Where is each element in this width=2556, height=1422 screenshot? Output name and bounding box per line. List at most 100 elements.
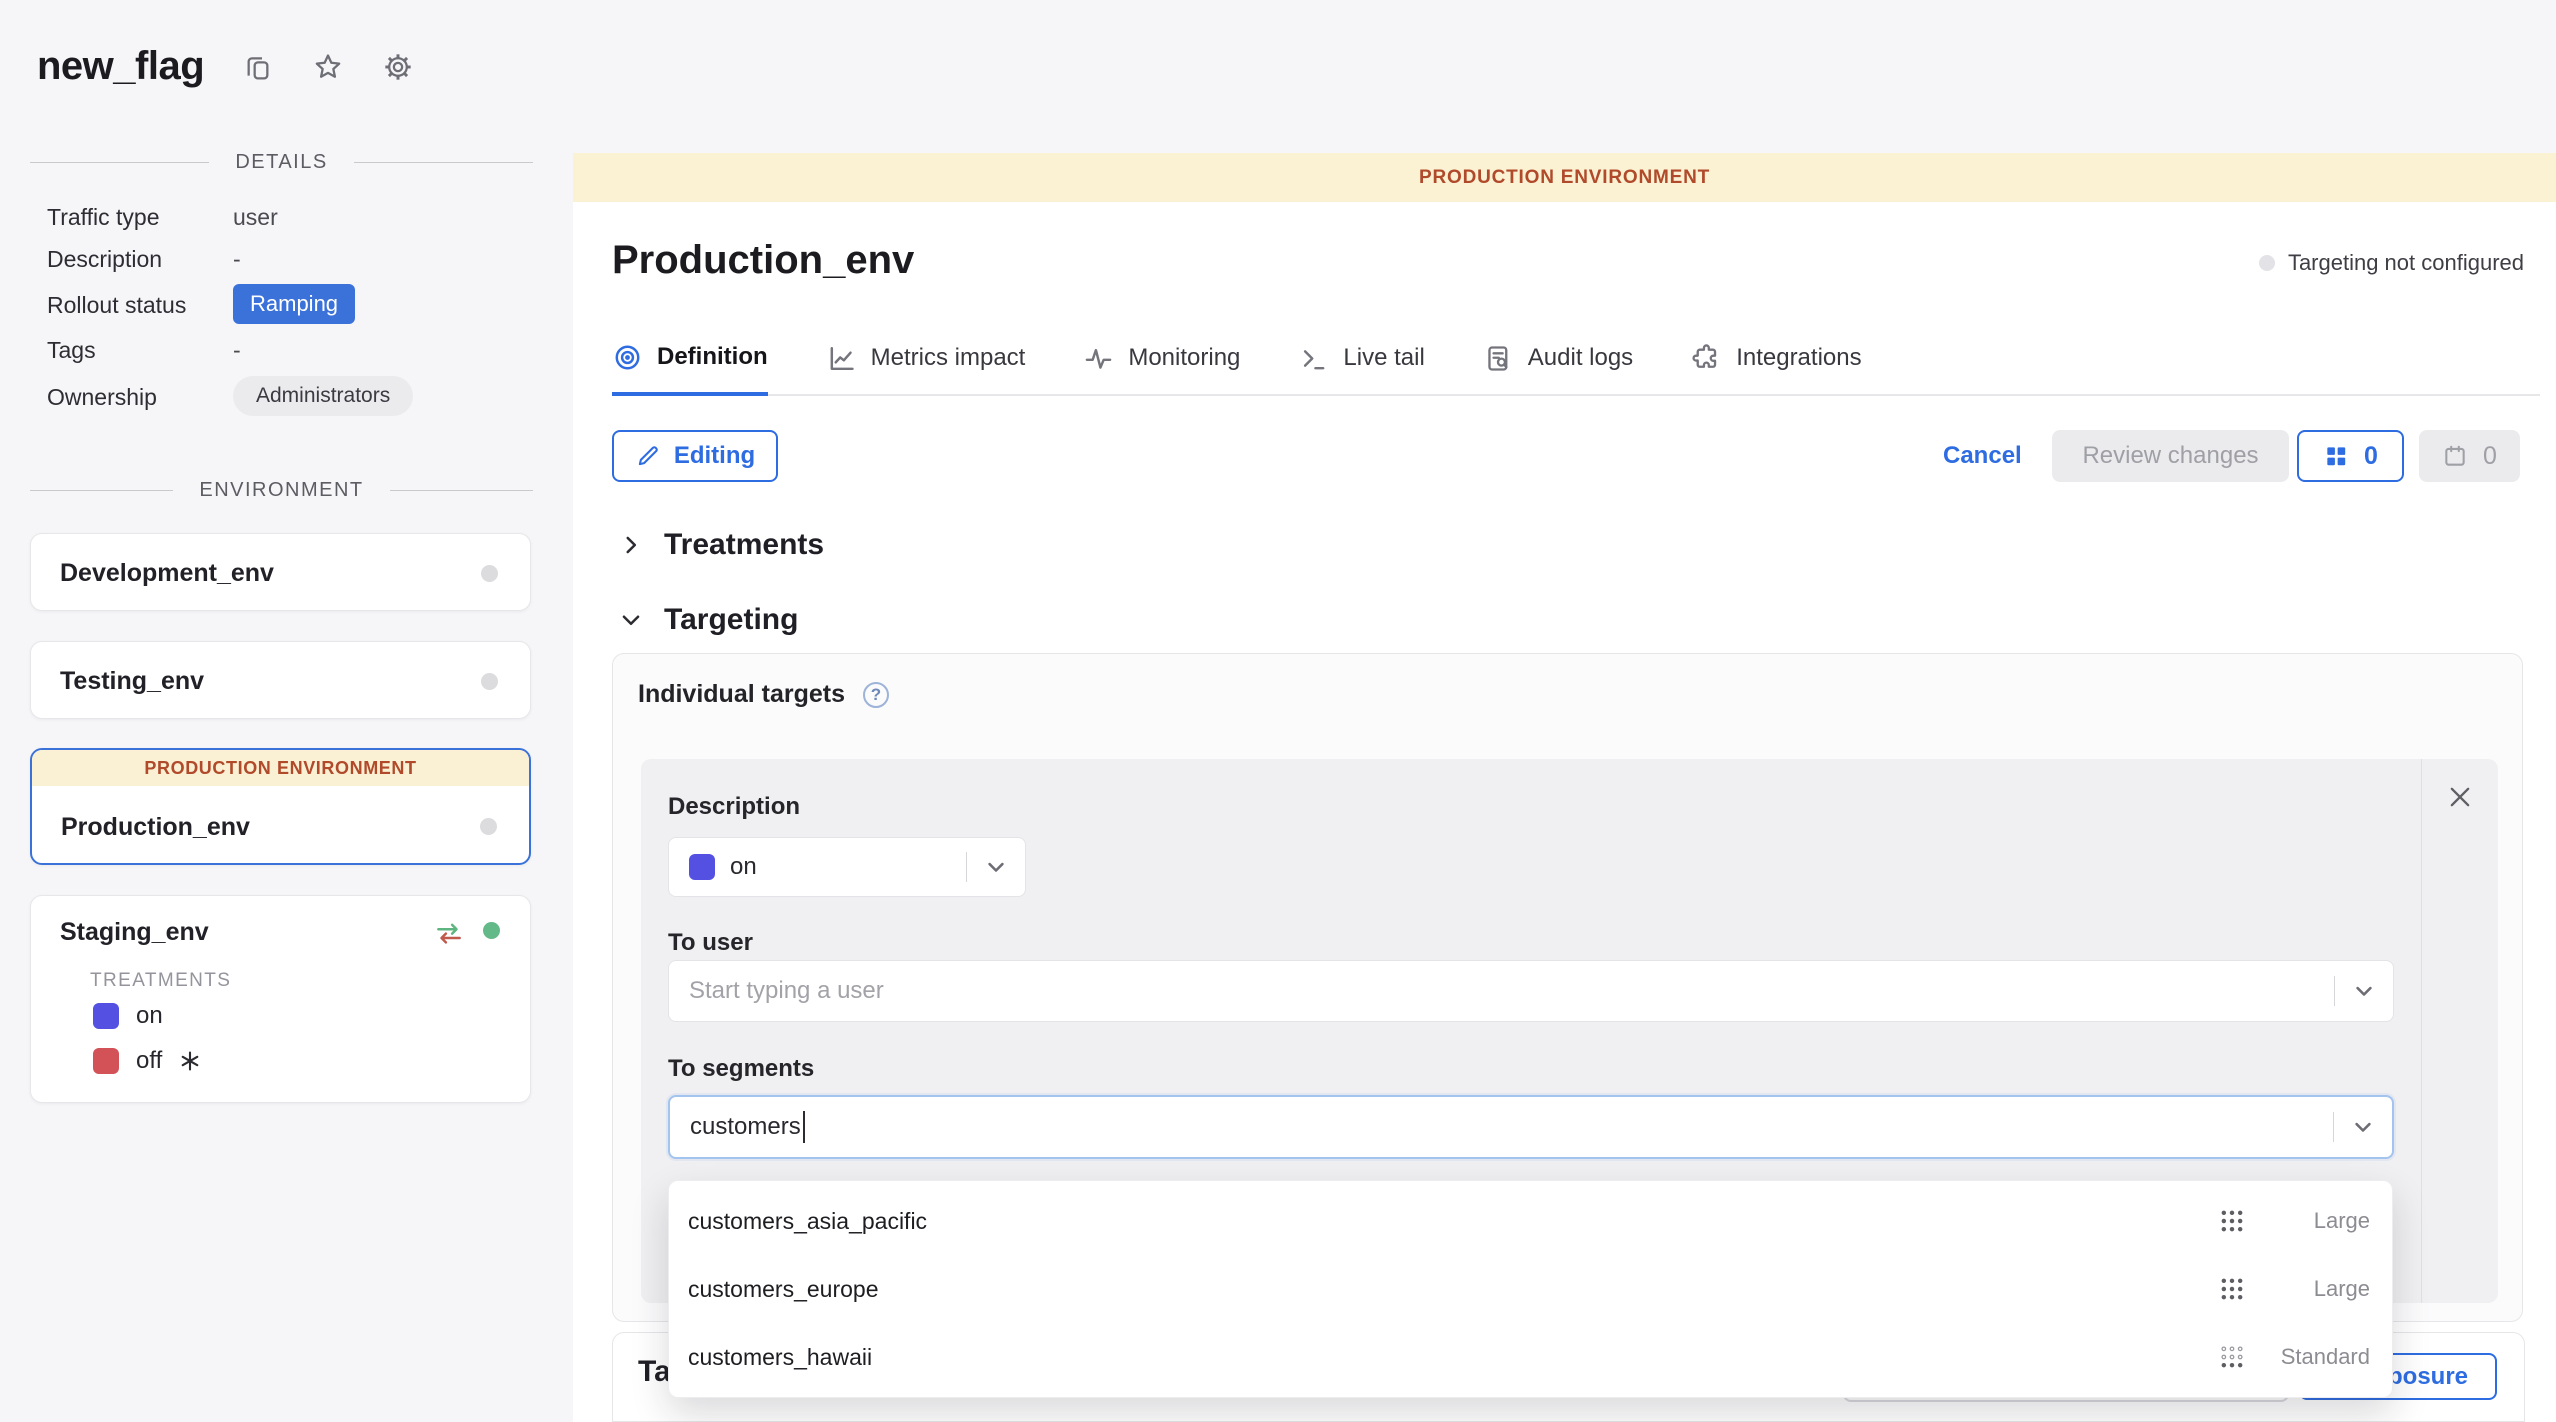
review-changes-button[interactable]: Review changes	[2052, 430, 2289, 482]
cancel-link[interactable]: Cancel	[1943, 442, 2022, 470]
treatments-section-title: Treatments	[664, 528, 824, 562]
segment-name: customers_hawaii	[688, 1344, 872, 1371]
treatment-off-label: off	[136, 1047, 162, 1075]
chevron-down-icon[interactable]	[2349, 1113, 2377, 1141]
to-user-label: To user	[668, 929, 753, 957]
to-segments-label: To segments	[668, 1055, 814, 1083]
status-dot-icon	[2259, 255, 2275, 271]
flag-detail-screen: new_flag DETAILS Traffic type user Descr…	[0, 0, 2556, 1422]
sync-arrows-icon	[434, 918, 464, 948]
env-card-production[interactable]: PRODUCTION ENVIRONMENT Production_env	[30, 748, 531, 865]
pulse-icon	[1083, 343, 1114, 374]
ownership-pill[interactable]: Administrators	[233, 376, 413, 416]
to-segments-value: customers	[690, 1113, 801, 1141]
large-segment-dots-icon	[2218, 1275, 2246, 1303]
targeting-section-toggle[interactable]: Targeting	[618, 603, 798, 637]
env-card-development[interactable]: Development_env	[30, 533, 531, 611]
tags-label: Tags	[47, 337, 96, 364]
tab-monitoring[interactable]: Monitoring	[1083, 338, 1240, 394]
bottom-section-heading: Ta	[638, 1355, 671, 1389]
env-name: Testing_env	[60, 667, 204, 696]
target-icon	[612, 342, 643, 373]
rollout-status-badge[interactable]: Ramping	[233, 284, 355, 324]
close-icon[interactable]	[2446, 783, 2474, 811]
terminal-icon	[1298, 343, 1329, 374]
copy-icon[interactable]	[242, 51, 274, 83]
env-status-dot	[480, 818, 497, 835]
flag-header: new_flag	[37, 44, 414, 89]
editing-button[interactable]: Editing	[612, 430, 778, 482]
chevron-down-icon	[618, 607, 644, 633]
environment-title: ENVIRONMENT	[173, 479, 389, 502]
divider-line	[354, 162, 533, 163]
segment-option-hawaii[interactable]: customers_hawaii Standard	[669, 1325, 2392, 1389]
segment-option-asia-pacific[interactable]: customers_asia_pacific Large	[669, 1189, 2392, 1253]
tags-value: -	[233, 337, 241, 364]
gear-icon[interactable]	[382, 51, 414, 83]
chevron-down-icon[interactable]	[982, 853, 1010, 881]
tab-audit-logs[interactable]: Audit logs	[1483, 338, 1633, 394]
treatment-on-swatch	[93, 1003, 119, 1029]
tab-label: Live tail	[1343, 344, 1424, 372]
exposure-button-label: posure	[2388, 1363, 2468, 1391]
tab-label: Integrations	[1736, 344, 1861, 372]
to-user-input[interactable]	[669, 977, 2334, 1005]
environment-section-header: ENVIRONMENT	[30, 479, 533, 502]
details-title: DETAILS	[209, 151, 353, 174]
segment-option-europe[interactable]: customers_europe Large	[669, 1257, 2392, 1321]
segment-meta: Large	[2218, 1207, 2370, 1235]
treatment-row-on: on	[93, 1002, 163, 1030]
env-name: Development_env	[60, 559, 274, 588]
large-segment-dots-icon	[2218, 1207, 2246, 1235]
target-rule-card-right-column	[2421, 759, 2498, 1303]
default-treatment-asterisk-icon	[178, 1049, 202, 1073]
treatments-list-title: TREATMENTS	[90, 970, 231, 992]
details-section-header: DETAILS	[30, 151, 533, 174]
env-card-staging[interactable]: Staging_env TREATMENTS on off	[30, 895, 531, 1103]
scheduled-count-button[interactable]: 0	[2419, 430, 2520, 482]
page-title: Production_env	[612, 238, 914, 283]
tab-definition[interactable]: Definition	[612, 338, 768, 396]
divider-line	[390, 490, 533, 491]
env-name: Staging_env	[60, 918, 209, 947]
env-status-dot-active	[483, 922, 500, 939]
env-tabs: Definition Metrics impact Monitoring Liv…	[612, 338, 2540, 396]
chevron-down-icon[interactable]	[2350, 977, 2378, 1005]
production-environment-banner: PRODUCTION ENVIRONMENT	[32, 750, 529, 786]
tab-label: Definition	[657, 343, 768, 371]
select-divider	[2333, 1112, 2334, 1142]
treatment-off-swatch	[93, 1048, 119, 1074]
scheduled-count: 0	[2483, 442, 2497, 471]
star-icon[interactable]	[312, 51, 344, 83]
treatment-row-off: off	[93, 1047, 202, 1075]
divider-line	[30, 490, 173, 491]
tab-live-tail[interactable]: Live tail	[1298, 338, 1424, 394]
help-icon[interactable]	[863, 682, 889, 708]
tab-metrics-impact[interactable]: Metrics impact	[826, 338, 1026, 394]
treatments-section-toggle[interactable]: Treatments	[618, 528, 824, 562]
treatment-select[interactable]: on	[668, 837, 1026, 897]
individual-targets-heading-row: Individual targets	[638, 680, 889, 709]
to-segments-input-wrap: customers	[668, 1095, 2394, 1159]
divider-line	[30, 162, 209, 163]
select-divider	[2334, 976, 2335, 1006]
segment-meta: Standard	[2218, 1343, 2370, 1371]
treatment-on-label: on	[136, 1002, 163, 1030]
to-user-input-wrap	[668, 960, 2394, 1022]
document-search-icon	[1483, 343, 1514, 374]
rollout-status-label: Rollout status	[47, 292, 186, 319]
segments-dropdown: customers_asia_pacific Large customers_e…	[668, 1180, 2393, 1398]
description-label: Description	[47, 246, 162, 273]
targeting-status-text: Targeting not configured	[2288, 250, 2524, 276]
segment-size: Large	[2270, 1208, 2370, 1234]
segment-meta: Large	[2218, 1275, 2370, 1303]
traffic-type-label: Traffic type	[47, 204, 159, 231]
text-caret	[803, 1111, 805, 1143]
calendar-icon	[2442, 443, 2468, 469]
to-segments-input[interactable]: customers	[670, 1111, 2333, 1143]
targeting-section-title: Targeting	[664, 603, 798, 637]
tab-integrations[interactable]: Integrations	[1691, 338, 1861, 394]
changes-count-button[interactable]: 0	[2297, 430, 2404, 482]
env-card-testing[interactable]: Testing_env	[30, 641, 531, 719]
ownership-label: Ownership	[47, 384, 157, 411]
